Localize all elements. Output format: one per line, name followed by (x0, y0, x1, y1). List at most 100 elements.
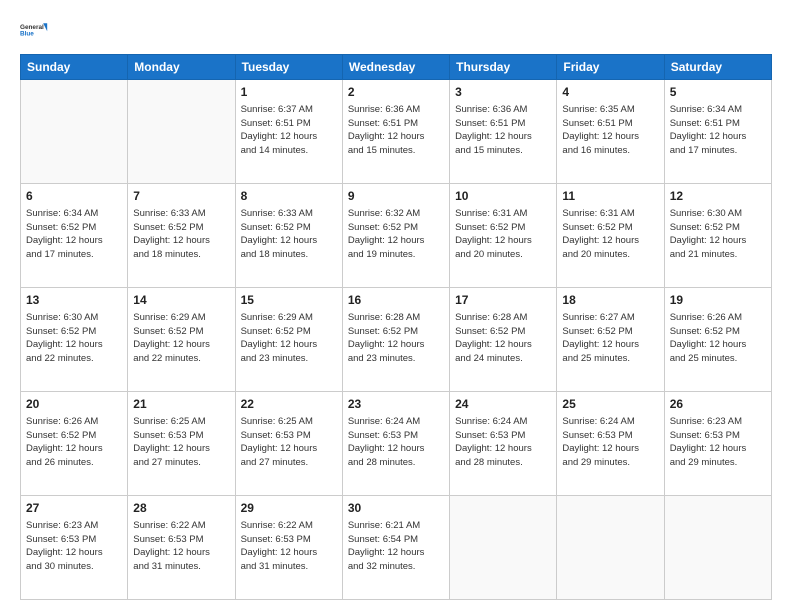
calendar-cell (21, 80, 128, 184)
day-info: Sunrise: 6:36 AM Sunset: 6:51 PM Dayligh… (455, 103, 551, 158)
calendar-cell (664, 496, 771, 600)
day-info: Sunrise: 6:26 AM Sunset: 6:52 PM Dayligh… (26, 415, 122, 470)
day-number: 14 (133, 292, 229, 309)
calendar-cell: 30Sunrise: 6:21 AM Sunset: 6:54 PM Dayli… (342, 496, 449, 600)
svg-text:General: General (20, 24, 44, 31)
day-info: Sunrise: 6:29 AM Sunset: 6:52 PM Dayligh… (241, 311, 337, 366)
day-info: Sunrise: 6:24 AM Sunset: 6:53 PM Dayligh… (455, 415, 551, 470)
calendar-cell (557, 496, 664, 600)
week-row-1: 6 Sunrise: 6:34 AM Sunset: 6:52 PM Daylig… (21, 184, 772, 288)
day-info: Sunrise: 6:33 AM Sunset: 6:52 PM Dayligh… (241, 207, 337, 262)
day-number: 2 (348, 84, 444, 101)
calendar-cell: 18 Sunrise: 6:27 AM Sunset: 6:52 PM Dayli… (557, 288, 664, 392)
day-info: Sunrise: 6:32 AM Sunset: 6:52 PM Dayligh… (348, 207, 444, 262)
day-number: 8 (241, 188, 337, 205)
weekday-header-tuesday: Tuesday (235, 55, 342, 80)
day-info: Sunrise: 6:22 AM Sunset: 6:53 PM Dayligh… (133, 519, 229, 574)
weekday-header-thursday: Thursday (450, 55, 557, 80)
day-number: 28 (133, 500, 229, 517)
day-number: 3 (455, 84, 551, 101)
calendar-table: SundayMondayTuesdayWednesdayThursdayFrid… (20, 54, 772, 600)
day-info: Sunrise: 6:28 AM Sunset: 6:52 PM Dayligh… (348, 311, 444, 366)
day-number: 23 (348, 396, 444, 413)
day-number: 1 (241, 84, 337, 101)
day-info: Sunrise: 6:29 AM Sunset: 6:52 PM Dayligh… (133, 311, 229, 366)
day-info: Sunrise: 6:26 AM Sunset: 6:52 PM Dayligh… (670, 311, 766, 366)
day-number: 22 (241, 396, 337, 413)
day-number: 5 (670, 84, 766, 101)
day-number: 4 (562, 84, 658, 101)
day-info: Sunrise: 6:34 AM Sunset: 6:51 PM Dayligh… (670, 103, 766, 158)
day-info: Sunrise: 6:35 AM Sunset: 6:51 PM Dayligh… (562, 103, 658, 158)
day-info: Sunrise: 6:23 AM Sunset: 6:53 PM Dayligh… (26, 519, 122, 574)
calendar-cell: 14 Sunrise: 6:29 AM Sunset: 6:52 PM Dayli… (128, 288, 235, 392)
calendar-cell: 16 Sunrise: 6:28 AM Sunset: 6:52 PM Dayli… (342, 288, 449, 392)
calendar-cell: 29Sunrise: 6:22 AM Sunset: 6:53 PM Dayli… (235, 496, 342, 600)
calendar-cell: 17Sunrise: 6:28 AM Sunset: 6:52 PM Dayli… (450, 288, 557, 392)
calendar-cell: 6 Sunrise: 6:34 AM Sunset: 6:52 PM Daylig… (21, 184, 128, 288)
calendar-cell: 4 Sunrise: 6:35 AM Sunset: 6:51 PM Daylig… (557, 80, 664, 184)
day-info: Sunrise: 6:23 AM Sunset: 6:53 PM Dayligh… (670, 415, 766, 470)
day-number: 19 (670, 292, 766, 309)
day-number: 24 (455, 396, 551, 413)
calendar-cell: 5 Sunrise: 6:34 AM Sunset: 6:51 PM Daylig… (664, 80, 771, 184)
week-row-0: 1 Sunrise: 6:37 AM Sunset: 6:51 PM Daylig… (21, 80, 772, 184)
day-info: Sunrise: 6:27 AM Sunset: 6:52 PM Dayligh… (562, 311, 658, 366)
day-info: Sunrise: 6:36 AM Sunset: 6:51 PM Dayligh… (348, 103, 444, 158)
calendar-cell: 2 Sunrise: 6:36 AM Sunset: 6:51 PM Daylig… (342, 80, 449, 184)
day-info: Sunrise: 6:24 AM Sunset: 6:53 PM Dayligh… (562, 415, 658, 470)
day-number: 12 (670, 188, 766, 205)
day-number: 6 (26, 188, 122, 205)
day-info: Sunrise: 6:24 AM Sunset: 6:53 PM Dayligh… (348, 415, 444, 470)
calendar-cell: 25 Sunrise: 6:24 AM Sunset: 6:53 PM Dayli… (557, 392, 664, 496)
weekday-header-monday: Monday (128, 55, 235, 80)
logo-icon: GeneralBlue (20, 16, 48, 44)
day-number: 10 (455, 188, 551, 205)
calendar-cell: 19 Sunrise: 6:26 AM Sunset: 6:52 PM Dayli… (664, 288, 771, 392)
page: GeneralBlue SundayMondayTuesdayWednesday… (0, 0, 792, 612)
day-number: 21 (133, 396, 229, 413)
day-info: Sunrise: 6:31 AM Sunset: 6:52 PM Dayligh… (455, 207, 551, 262)
calendar-cell: 27 Sunrise: 6:23 AM Sunset: 6:53 PM Dayli… (21, 496, 128, 600)
day-number: 9 (348, 188, 444, 205)
weekday-header-saturday: Saturday (664, 55, 771, 80)
week-row-3: 20 Sunrise: 6:26 AM Sunset: 6:52 PM Dayli… (21, 392, 772, 496)
weekday-header-wednesday: Wednesday (342, 55, 449, 80)
day-number: 27 (26, 500, 122, 517)
calendar-cell: 26 Sunrise: 6:23 AM Sunset: 6:53 PM Dayli… (664, 392, 771, 496)
day-info: Sunrise: 6:21 AM Sunset: 6:54 PM Dayligh… (348, 519, 444, 574)
day-number: 25 (562, 396, 658, 413)
day-number: 20 (26, 396, 122, 413)
day-info: Sunrise: 6:25 AM Sunset: 6:53 PM Dayligh… (133, 415, 229, 470)
day-info: Sunrise: 6:37 AM Sunset: 6:51 PM Dayligh… (241, 103, 337, 158)
week-row-2: 13Sunrise: 6:30 AM Sunset: 6:52 PM Dayli… (21, 288, 772, 392)
calendar-cell: 13Sunrise: 6:30 AM Sunset: 6:52 PM Dayli… (21, 288, 128, 392)
day-number: 16 (348, 292, 444, 309)
calendar-cell: 23 Sunrise: 6:24 AM Sunset: 6:53 PM Dayli… (342, 392, 449, 496)
calendar-cell: 7 Sunrise: 6:33 AM Sunset: 6:52 PM Daylig… (128, 184, 235, 288)
day-number: 7 (133, 188, 229, 205)
day-info: Sunrise: 6:30 AM Sunset: 6:52 PM Dayligh… (26, 311, 122, 366)
calendar-cell: 20 Sunrise: 6:26 AM Sunset: 6:52 PM Dayli… (21, 392, 128, 496)
calendar-cell: 3 Sunrise: 6:36 AM Sunset: 6:51 PM Daylig… (450, 80, 557, 184)
calendar-cell: 11Sunrise: 6:31 AM Sunset: 6:52 PM Dayli… (557, 184, 664, 288)
calendar-cell: 28 Sunrise: 6:22 AM Sunset: 6:53 PM Dayli… (128, 496, 235, 600)
day-info: Sunrise: 6:33 AM Sunset: 6:52 PM Dayligh… (133, 207, 229, 262)
calendar-cell (128, 80, 235, 184)
calendar-cell: 8 Sunrise: 6:33 AM Sunset: 6:52 PM Daylig… (235, 184, 342, 288)
day-info: Sunrise: 6:30 AM Sunset: 6:52 PM Dayligh… (670, 207, 766, 262)
logo: GeneralBlue (20, 16, 48, 44)
svg-text:Blue: Blue (20, 31, 34, 38)
calendar-cell: 21 Sunrise: 6:25 AM Sunset: 6:53 PM Dayli… (128, 392, 235, 496)
weekday-header-row: SundayMondayTuesdayWednesdayThursdayFrid… (21, 55, 772, 80)
calendar-cell: 22Sunrise: 6:25 AM Sunset: 6:53 PM Dayli… (235, 392, 342, 496)
day-info: Sunrise: 6:34 AM Sunset: 6:52 PM Dayligh… (26, 207, 122, 262)
day-number: 26 (670, 396, 766, 413)
day-info: Sunrise: 6:28 AM Sunset: 6:52 PM Dayligh… (455, 311, 551, 366)
day-info: Sunrise: 6:31 AM Sunset: 6:52 PM Dayligh… (562, 207, 658, 262)
calendar-cell: 1 Sunrise: 6:37 AM Sunset: 6:51 PM Daylig… (235, 80, 342, 184)
calendar-cell: 10 Sunrise: 6:31 AM Sunset: 6:52 PM Dayli… (450, 184, 557, 288)
day-number: 18 (562, 292, 658, 309)
day-number: 29 (241, 500, 337, 517)
week-row-4: 27 Sunrise: 6:23 AM Sunset: 6:53 PM Dayli… (21, 496, 772, 600)
